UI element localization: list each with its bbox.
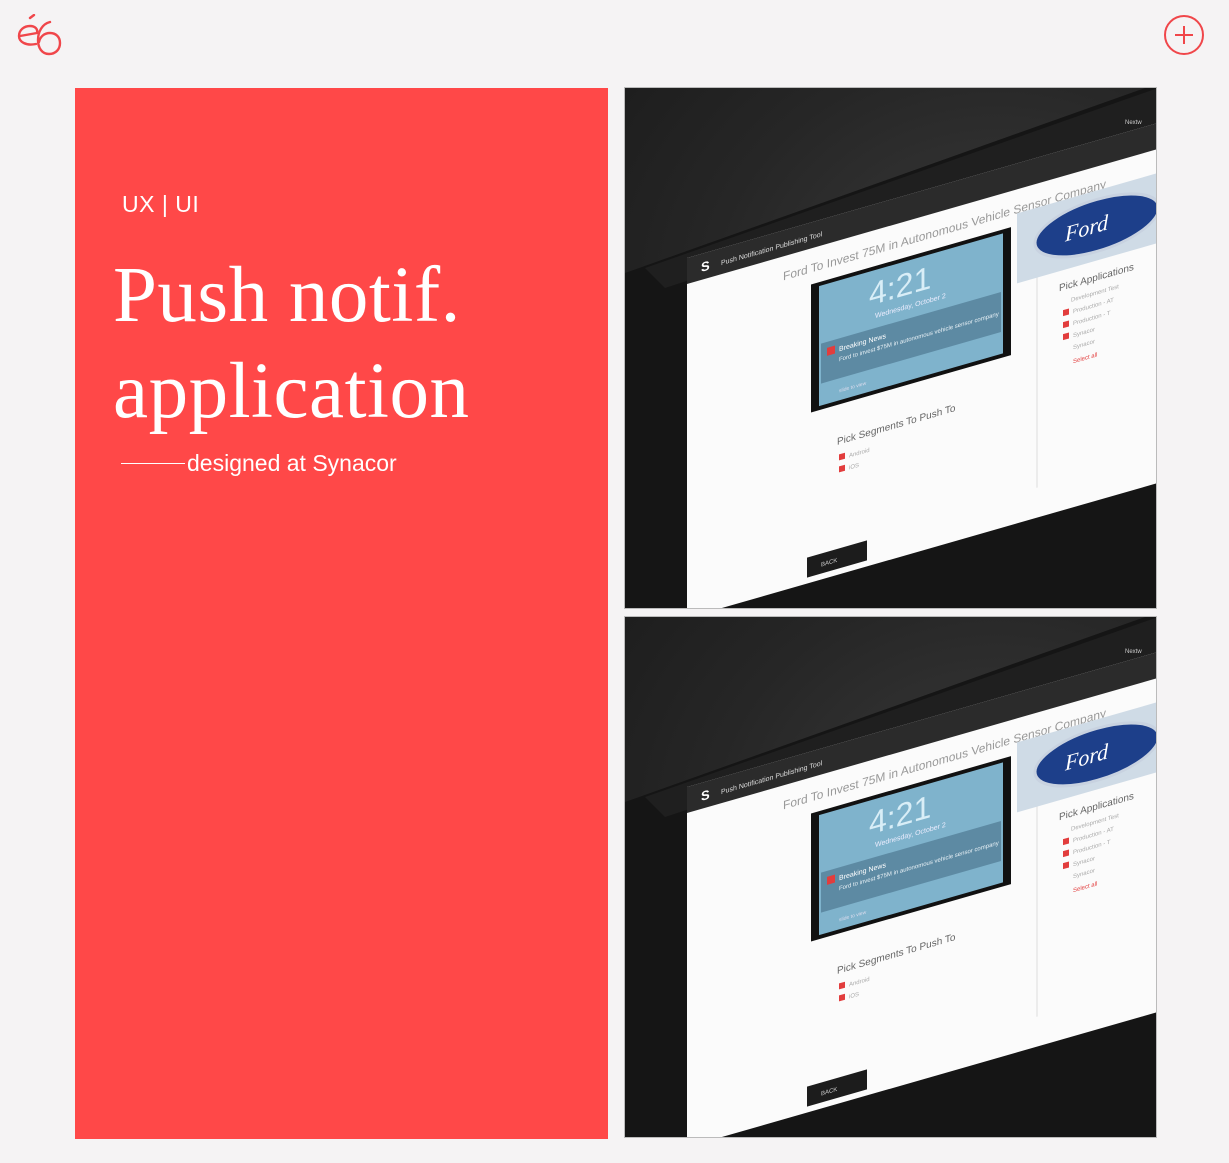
title-line-1: Push notif. xyxy=(113,252,461,339)
svg-text:S: S xyxy=(701,258,710,275)
e6-logo[interactable] xyxy=(16,14,64,60)
nav-label: Nextw xyxy=(1125,120,1142,126)
tablet-screenshot-2[interactable]: S Push Notification Publishing Tool Ford… xyxy=(624,616,1157,1138)
byline-text: designed at Synacor xyxy=(187,450,397,476)
svg-text:S: S xyxy=(701,787,710,804)
title-line-2: application xyxy=(113,348,470,435)
project-title: Push notif. application xyxy=(113,248,470,440)
project-category: UX | UI xyxy=(122,191,200,217)
hero-panel: UX | UI Push notif. application designed… xyxy=(75,88,608,1139)
tablet-screenshot-1[interactable]: S Push Notification Publishing Tool Ford… xyxy=(624,87,1157,609)
nav-label: Nextw xyxy=(1125,649,1142,655)
plus-circle-icon[interactable] xyxy=(1164,15,1204,55)
byline: designed at Synacor xyxy=(121,450,397,477)
byline-rule xyxy=(121,463,185,464)
